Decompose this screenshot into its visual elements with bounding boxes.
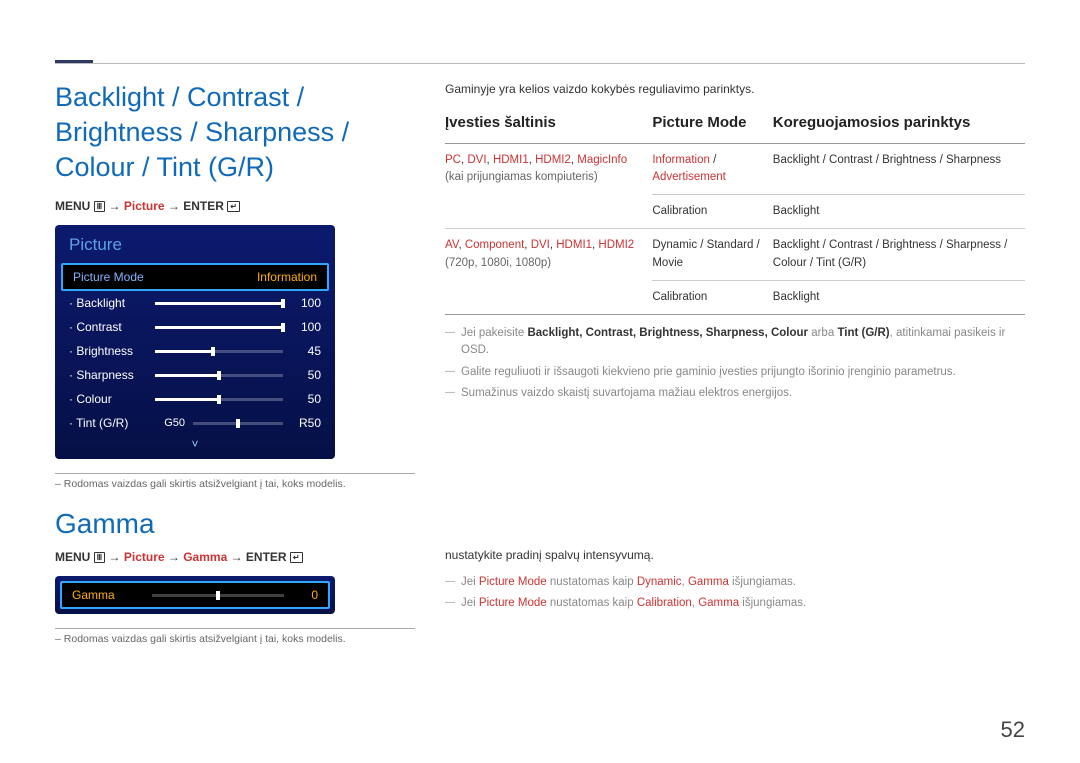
osd-row-backlight[interactable]: Backlight 100 [55, 291, 335, 315]
label: Contrast [69, 320, 147, 334]
section-heading: Backlight / Contrast / Brightness / Shar… [55, 80, 415, 185]
osd-row-brightness[interactable]: Brightness 45 [55, 339, 335, 363]
cell: Calibration [652, 195, 772, 229]
divider [55, 628, 415, 629]
slider[interactable] [155, 350, 283, 353]
t: → ENTER [165, 199, 228, 213]
label: Gamma [72, 588, 142, 602]
t: Picture [124, 550, 165, 564]
menu-icon: Ⅲ [94, 552, 106, 563]
col-2: Picture Mode [652, 112, 772, 143]
osd-row-colour[interactable]: Colour 50 [55, 387, 335, 411]
menu-path-2: MENU Ⅲ → Picture → Gamma → ENTER ↵ [55, 550, 415, 564]
slider[interactable] [152, 594, 284, 597]
slider[interactable] [155, 374, 283, 377]
t: → ENTER [227, 550, 290, 564]
t: MENU [55, 199, 94, 213]
cell: Backlight [773, 195, 1025, 229]
page-body: Backlight / Contrast / Brightness / Shar… [55, 55, 1025, 645]
label: Sharpness [69, 368, 147, 382]
menu-path-1: MENU Ⅲ → Picture → ENTER ↵ [55, 199, 415, 213]
table-row: AV, Component, DVI, HDMI1, HDMI2 (720p, … [445, 229, 1025, 281]
g-value: G50 [155, 417, 185, 429]
table-header-row: Įvesties šaltinis Picture Mode Koreguoja… [445, 112, 1025, 143]
enter-icon: ↵ [290, 552, 303, 563]
right-column: Gaminyje yra kelios vaizdo kokybės regul… [445, 80, 1025, 645]
value: 50 [291, 368, 321, 382]
intro-text: Gaminyje yra kelios vaizdo kokybės regul… [445, 80, 1025, 98]
col-3: Koreguojamosios parinktys [773, 112, 1025, 143]
slider[interactable] [155, 326, 283, 329]
left-column: Backlight / Contrast / Brightness / Shar… [55, 80, 415, 645]
value: 50 [291, 392, 321, 406]
table-row: PC, DVI, HDMI1, HDMI2, MagicInfo (kai pr… [445, 143, 1025, 195]
top-divider [55, 63, 1025, 64]
picture-mode-value: Information [257, 270, 317, 284]
top-accent [55, 60, 93, 63]
cell: Dynamic / Standard / Movie [652, 229, 772, 281]
value: 100 [291, 296, 321, 310]
note-item: Jei Picture Mode nustatomas kaip Dynamic… [461, 574, 1025, 591]
divider [55, 473, 415, 474]
gamma-intro: nustatykite pradinį spalvų intensyvumą. [445, 546, 1025, 564]
label: Brightness [69, 344, 147, 358]
footnote: Rodomas vaizdas gali skirtis atsižvelgia… [55, 478, 415, 490]
note-item: Galite reguliuoti ir išsaugoti kiekvieno… [461, 364, 1025, 381]
osd-title: Picture [55, 225, 335, 263]
r-value: R50 [291, 416, 321, 430]
cell: Backlight [773, 280, 1025, 314]
cell: Backlight / Contrast / Brightness / Shar… [773, 229, 1025, 281]
osd-row-tint[interactable]: Tint (G/R) G50 R50 [55, 411, 335, 435]
note-item: Sumažinus vaizdo skaistį suvartojama maž… [461, 385, 1025, 402]
section-heading-gamma: Gamma [55, 508, 415, 540]
value: 100 [291, 320, 321, 334]
col-1: Įvesties šaltinis [445, 112, 652, 143]
cell: PC, DVI, HDMI1, HDMI2, MagicInfo (kai pr… [445, 143, 652, 229]
label: Colour [69, 392, 147, 406]
page-number: 52 [1001, 717, 1025, 743]
gamma-notes: Jei Picture Mode nustatomas kaip Dynamic… [445, 574, 1025, 613]
footnote: Rodomas vaizdas gali skirtis atsižvelgia… [55, 633, 415, 645]
osd-row-contrast[interactable]: Contrast 100 [55, 315, 335, 339]
slider[interactable] [155, 398, 283, 401]
cell: AV, Component, DVI, HDMI1, HDMI2 (720p, … [445, 229, 652, 315]
cell: Information / Advertisement [652, 143, 772, 195]
chevron-down-icon[interactable]: ˅ [55, 435, 335, 453]
osd-selected-row[interactable]: Picture Mode Information [61, 263, 329, 291]
notes-list: Jei pakeisite Backlight, Contrast, Brigh… [445, 325, 1025, 402]
t: → [105, 199, 124, 213]
t: → [165, 550, 184, 564]
value: 0 [294, 588, 318, 602]
t: MENU [55, 550, 94, 564]
note-item: Jei pakeisite Backlight, Contrast, Brigh… [461, 325, 1025, 360]
t: Gamma [183, 550, 227, 564]
menu-icon: Ⅲ [94, 201, 106, 212]
slider[interactable] [155, 302, 283, 305]
t: → [105, 550, 124, 564]
label: Tint (G/R) [69, 416, 147, 430]
cell: Calibration [652, 280, 772, 314]
osd-row-gamma[interactable]: Gamma 0 [60, 581, 330, 609]
value: 45 [291, 344, 321, 358]
note-item: Jei Picture Mode nustatomas kaip Calibra… [461, 595, 1025, 612]
cell: Backlight / Contrast / Brightness / Shar… [773, 143, 1025, 195]
slider[interactable] [193, 422, 283, 425]
picture-mode-label: Picture Mode [73, 270, 144, 284]
osd-row-sharpness[interactable]: Sharpness 50 [55, 363, 335, 387]
settings-table: Įvesties šaltinis Picture Mode Koreguoja… [445, 112, 1025, 315]
enter-icon: ↵ [227, 201, 240, 212]
t: Picture [124, 199, 165, 213]
osd-panel-gamma: Gamma 0 [55, 576, 335, 614]
label: Backlight [69, 296, 147, 310]
osd-panel-picture: Picture Picture Mode Information Backlig… [55, 225, 335, 459]
